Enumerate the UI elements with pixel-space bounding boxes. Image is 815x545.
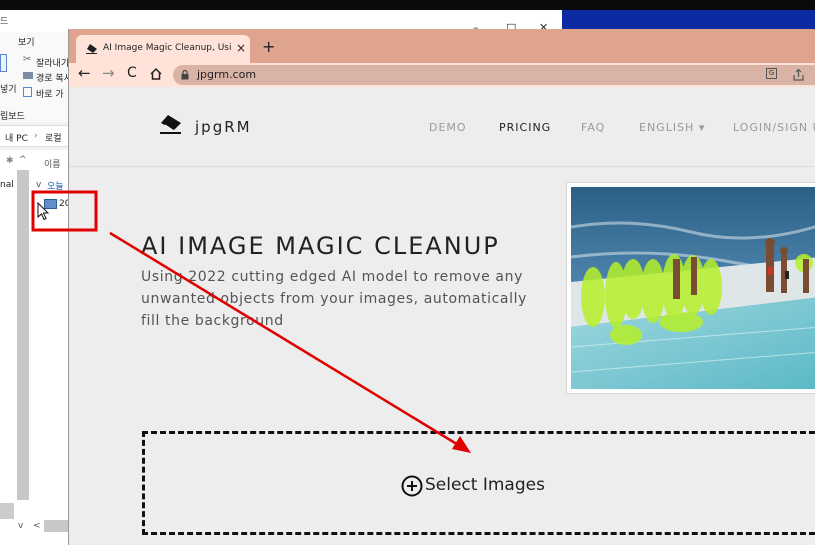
site-logo-text[interactable]: jpgRM bbox=[195, 118, 252, 136]
tab-strip: AI Image Magic Cleanup, Using × + bbox=[69, 29, 815, 63]
breadcrumb-separator-icon: › bbox=[34, 131, 38, 141]
nav-pane-item[interactable]: nal bbox=[0, 180, 14, 190]
home-icon[interactable] bbox=[149, 67, 163, 81]
image-file-icon bbox=[44, 199, 57, 209]
nav-scrollbar-thumb[interactable] bbox=[0, 503, 14, 519]
add-circle-icon bbox=[401, 475, 423, 497]
scroll-down-icon[interactable]: v bbox=[18, 521, 23, 531]
explorer-address-bar[interactable]: 내 PC › 로컬 bbox=[0, 125, 70, 147]
nav-login[interactable]: LOGIN/SIGN UP bbox=[733, 121, 815, 134]
pin-icon: ✱ bbox=[6, 156, 14, 166]
browser-toolbar: ← → C jpgrm.com G v bbox=[69, 63, 815, 87]
nav-pricing[interactable]: PRICING bbox=[499, 121, 551, 134]
pool-photo bbox=[571, 187, 815, 389]
group-expand-icon[interactable]: v bbox=[36, 180, 41, 190]
back-arrow-icon[interactable]: ← bbox=[78, 64, 91, 82]
nav-faq[interactable]: FAQ bbox=[581, 121, 605, 134]
share-icon[interactable] bbox=[792, 68, 805, 81]
explorer-ribbon: 보기 넣기 ✂ 잘라내기 경로 복사 바로 가 립보드 bbox=[0, 32, 72, 122]
demo-image bbox=[566, 182, 815, 394]
view-tab[interactable]: 보기 bbox=[18, 35, 35, 48]
collapse-up-icon[interactable]: ^ bbox=[19, 155, 27, 165]
url-text: jpgrm.com bbox=[197, 68, 257, 81]
lock-icon[interactable] bbox=[181, 70, 189, 80]
nav-language[interactable]: ENGLISH ▾ bbox=[639, 121, 705, 134]
nav-demo[interactable]: DEMO bbox=[429, 121, 467, 134]
clipboard-group-label: 립보드 bbox=[0, 112, 25, 122]
scissors-icon: ✂ bbox=[23, 54, 32, 65]
name-column-header[interactable]: 이름 bbox=[44, 157, 61, 170]
paste-icon bbox=[0, 54, 7, 72]
hero-subtitle: Using 2022 cutting edged AI model to rem… bbox=[141, 269, 527, 329]
forward-arrow-icon[interactable]: → bbox=[102, 64, 115, 82]
copy-path-button[interactable]: 경로 복사 bbox=[36, 71, 72, 84]
omnibox[interactable]: jpgrm.com G v bbox=[173, 65, 815, 85]
translate-icon[interactable]: G bbox=[766, 68, 777, 79]
scroll-left-icon[interactable]: < bbox=[33, 521, 41, 531]
new-tab-button[interactable]: + bbox=[262, 37, 275, 56]
paste-label[interactable]: 넣기 bbox=[0, 82, 17, 95]
desktop-top-strip bbox=[0, 0, 815, 10]
site-navbar: jpgRM DEMO PRICING FAQ ENGLISH ▾ LOGIN/S… bbox=[69, 87, 815, 167]
paste-shortcut-icon bbox=[23, 87, 32, 97]
browser-window: AI Image Magic Cleanup, Using × + ← → C … bbox=[68, 29, 815, 545]
paste-shortcut-button[interactable]: 바로 가 bbox=[36, 87, 64, 100]
copy-path-icon bbox=[23, 72, 33, 79]
eraser-favicon-icon bbox=[86, 44, 97, 54]
eraser-logo-icon bbox=[160, 115, 181, 134]
horizontal-scrollbar[interactable] bbox=[44, 520, 68, 532]
group-today-label[interactable]: 오늘 bbox=[47, 179, 64, 192]
explorer-content: ✱ ^ 이름 nal v 오늘 20 bbox=[0, 150, 70, 545]
breadcrumb-local[interactable]: 로컬 bbox=[45, 131, 62, 144]
tab-close-icon[interactable]: × bbox=[236, 41, 246, 55]
hero-title: AI IMAGE MAGIC CLEANUP bbox=[141, 232, 500, 260]
browser-tab-active[interactable]: AI Image Magic Cleanup, Using × bbox=[76, 35, 250, 63]
image-dropzone[interactable]: Select Images bbox=[142, 431, 815, 535]
explorer-title: 드 bbox=[0, 17, 9, 27]
web-page: jpgRM DEMO PRICING FAQ ENGLISH ▾ LOGIN/S… bbox=[69, 87, 815, 545]
tab-title: AI Image Magic Cleanup, Using bbox=[103, 43, 231, 53]
breadcrumb-this-pc[interactable]: 내 PC bbox=[5, 131, 28, 144]
select-images-label[interactable]: Select Images bbox=[425, 475, 545, 495]
explorer-scrollbar[interactable] bbox=[17, 170, 29, 500]
reload-icon[interactable]: C bbox=[127, 65, 137, 81]
cut-button[interactable]: 잘라내기 bbox=[36, 56, 69, 69]
